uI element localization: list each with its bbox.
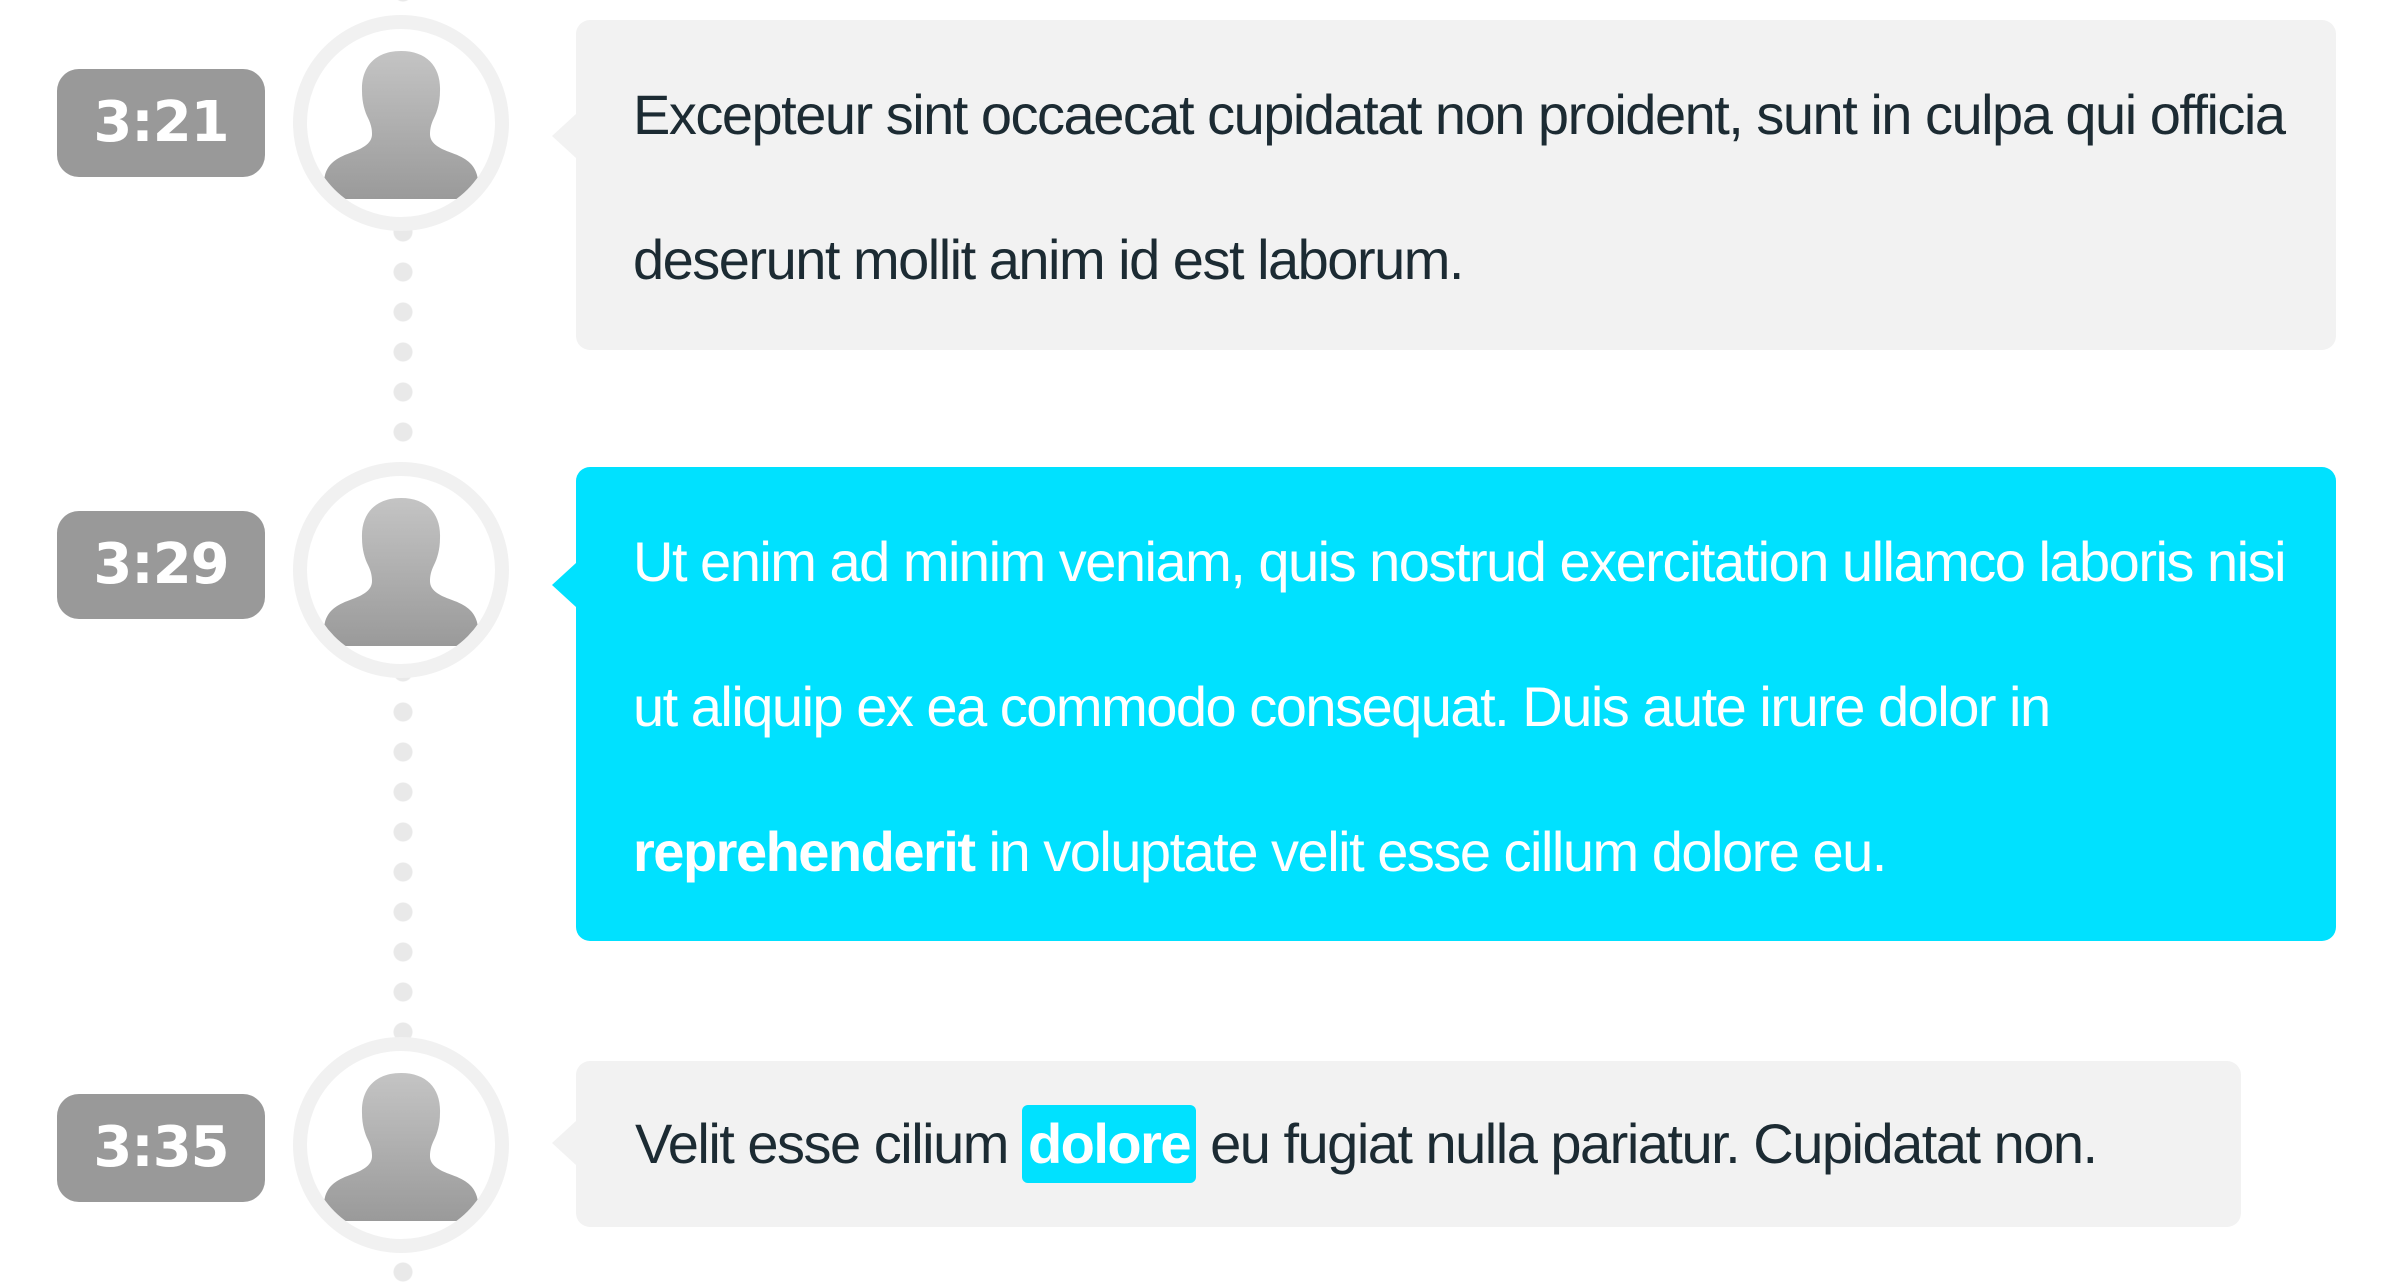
avatar[interactable] (293, 1037, 509, 1253)
user-silhouette-icon (323, 51, 479, 199)
message-bubble: Excepteur sint occaecat cupidatat non pr… (552, 20, 2336, 350)
avatar[interactable] (293, 462, 509, 678)
message-bubble-active: Ut enim ad minim veniam, quis nostrud ex… (552, 467, 2336, 941)
user-silhouette-icon (323, 1073, 479, 1221)
avatar[interactable] (293, 15, 509, 231)
message-bubble: Velit esse cilium dolore eu fugiat nulla… (552, 1061, 2241, 1227)
message-text: Velit esse cilium dolore eu fugiat nulla… (635, 1061, 2201, 1227)
message-text: Ut enim ad minim veniam, quis nostrud ex… (633, 489, 2296, 924)
message-text: Excepteur sint occaecat cupidatat non pr… (633, 83, 2286, 291)
message-text-bold: reprehenderit (633, 820, 976, 883)
user-silhouette-icon (323, 498, 479, 646)
message-text-after: in voluptate velit esse cillum dolore eu… (974, 820, 1888, 883)
highlighted-word: dolore (1021, 1105, 1197, 1184)
time-badge: 3:21 (57, 69, 265, 177)
time-badge: 3:35 (57, 1094, 265, 1202)
message-text-before: Velit esse cilium (635, 1112, 1022, 1175)
time-badge: 3:29 (57, 511, 265, 619)
timeline: 3:21 Excepteur sint occaecat cupidatat n… (0, 0, 2396, 1288)
message-text-before: Ut enim ad minim veniam, quis nostrud ex… (633, 530, 2287, 738)
message-text-after: eu fugiat nulla pariatur. Cupidatat non. (1196, 1112, 2098, 1175)
